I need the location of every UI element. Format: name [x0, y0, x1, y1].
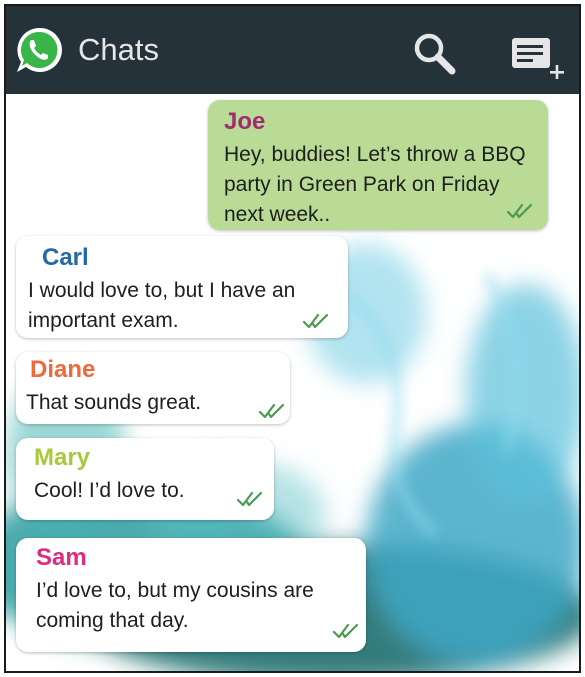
sender-name: Sam — [36, 544, 87, 571]
new-chat-icon[interactable] — [508, 32, 566, 82]
message-bubble-joe[interactable]: Joe Hey, buddies! Let’s throw a BBQ part… — [208, 100, 548, 230]
double-check-icon — [332, 622, 360, 640]
double-check-icon — [506, 202, 534, 220]
message-bubble-carl[interactable]: Carl I would love to, but I have an impo… — [16, 236, 348, 338]
search-icon[interactable] — [411, 30, 457, 76]
message-text: Cool! I’d love to. — [34, 479, 185, 502]
top-bar: Chats — [6, 6, 579, 94]
message-bubble-sam[interactable]: Sam I’d love to, but my cousins are comi… — [16, 538, 366, 652]
double-check-icon — [302, 312, 330, 330]
whatsapp-logo-icon[interactable] — [12, 23, 66, 77]
message-text: That sounds great. — [26, 391, 202, 414]
page-title: Chats — [78, 32, 159, 67]
message-text: Hey, buddies! Let’s throw a BBQ party in… — [224, 143, 526, 226]
message-bubble-diane[interactable]: Diane That sounds great. — [16, 352, 290, 424]
double-check-icon — [258, 402, 286, 420]
message-text: I would love to, but I have an important… — [28, 279, 296, 332]
sender-name: Diane — [30, 356, 96, 383]
chat-window: Chats Joe Hey, buddies! Let’s throw a BB… — [4, 4, 581, 673]
sender-name: Carl — [42, 244, 89, 271]
sender-name: Joe — [224, 108, 266, 135]
message-text: I’d love to, but my cousins are coming t… — [36, 579, 314, 632]
sender-name: Mary — [34, 444, 91, 471]
double-check-icon — [236, 490, 264, 508]
message-bubble-mary[interactable]: Mary Cool! I’d love to. — [16, 438, 274, 520]
